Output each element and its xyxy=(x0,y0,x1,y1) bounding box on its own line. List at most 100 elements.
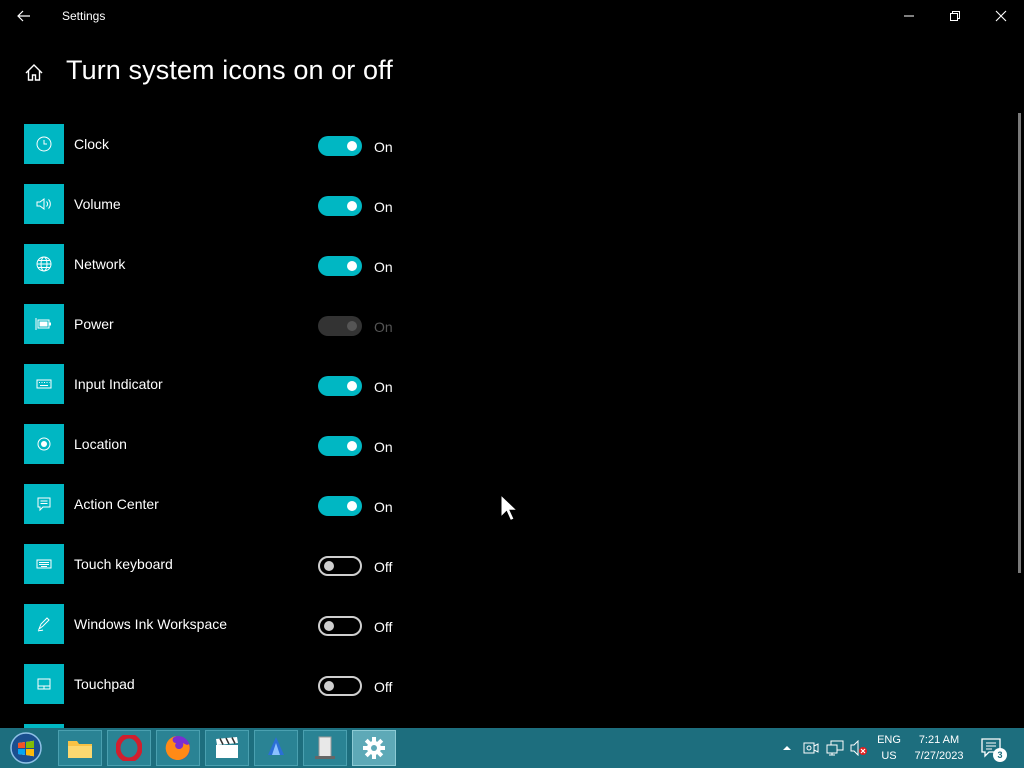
show-hidden-icons-button[interactable] xyxy=(778,738,796,758)
setting-row-location: Location On xyxy=(24,424,424,464)
setting-row-input-indicator: Input Indicator On xyxy=(24,364,424,404)
setting-row-clock: Clock On xyxy=(24,124,424,164)
setting-label: Windows Ink Workspace xyxy=(74,616,228,632)
touch-keyboard-icon-tile xyxy=(24,544,64,584)
setting-label: Clock xyxy=(74,136,110,152)
settings-gear-icon xyxy=(363,737,385,759)
taskbar-firefox[interactable] xyxy=(156,730,200,766)
language-indicator[interactable]: ENG US xyxy=(872,732,906,764)
taskbar-video-editor[interactable] xyxy=(205,730,249,766)
toggle-state-label: Off xyxy=(374,619,393,635)
setting-label: Input Indicator xyxy=(74,376,163,392)
opera-icon xyxy=(116,735,142,761)
notification-center-button[interactable]: 3 xyxy=(980,736,1007,762)
toggle-state-label: Off xyxy=(374,559,393,575)
taskbar-file-explorer[interactable] xyxy=(58,730,102,766)
toggle-switch[interactable] xyxy=(318,436,362,456)
system-icons-list: Clock On Volume On Network On Power On Input Ind… xyxy=(24,124,424,728)
volume-muted-icon xyxy=(850,740,867,756)
toggle-state-label: On xyxy=(374,439,393,455)
toggle-switch xyxy=(318,316,362,336)
setting-label: Power xyxy=(74,316,114,332)
minimize-icon xyxy=(904,15,914,17)
close-button[interactable] xyxy=(978,0,1024,32)
toggle-state-label: Off xyxy=(374,679,393,695)
restore-button[interactable] xyxy=(932,0,978,32)
clock-icon xyxy=(36,136,52,152)
clock-time: 7:21 AM xyxy=(918,734,960,746)
page-title: Turn system icons on or off xyxy=(66,55,393,85)
volume-icon xyxy=(36,198,51,210)
battery-icon-tile xyxy=(24,304,64,344)
pen-icon-tile xyxy=(24,604,64,644)
toggle-switch[interactable] xyxy=(318,676,362,696)
toggle-knob xyxy=(347,201,357,211)
toggle-state-label: On xyxy=(374,319,393,335)
tray-volume[interactable] xyxy=(850,738,868,758)
touch-keyboard-icon xyxy=(36,559,52,569)
toggle-knob xyxy=(347,141,357,151)
toggle-switch[interactable] xyxy=(318,256,362,276)
home-button[interactable] xyxy=(22,61,46,85)
taskbar-app[interactable] xyxy=(254,730,298,766)
toggle-state-label: On xyxy=(374,259,393,275)
toggle-knob xyxy=(347,261,357,271)
taskbar-settings[interactable] xyxy=(352,730,396,766)
setting-label: Location xyxy=(74,436,127,452)
language-label: ENG xyxy=(877,734,901,746)
minimize-button[interactable] xyxy=(886,0,932,32)
start-button[interactable] xyxy=(4,730,48,766)
toggle-switch[interactable] xyxy=(318,136,362,156)
chevron-up-icon xyxy=(783,746,791,750)
toggle-switch[interactable] xyxy=(318,616,362,636)
action-center-icon xyxy=(37,497,51,512)
toggle-knob xyxy=(347,501,357,511)
location-icon-tile xyxy=(24,424,64,464)
network-globe-icon-tile xyxy=(24,244,64,284)
touchpad-icon xyxy=(37,678,51,690)
toggle-switch[interactable] xyxy=(318,496,362,516)
toggle-switch[interactable] xyxy=(318,556,362,576)
keyboard-icon xyxy=(36,379,52,389)
setting-row-action-center: Action Center On xyxy=(24,484,424,524)
file-explorer-icon xyxy=(68,741,92,758)
location-icon xyxy=(37,437,51,451)
toggle-knob xyxy=(347,321,357,331)
home-icon xyxy=(25,64,43,81)
volume-icon-tile xyxy=(24,184,64,224)
action-center-icon-tile xyxy=(24,484,64,524)
clock-date: 7/27/2023 xyxy=(914,750,964,762)
taskbar: ENG US 7:21 AM 7/27/2023 3 xyxy=(0,728,1024,768)
toggle-switch[interactable] xyxy=(318,376,362,396)
taskbar-clock[interactable]: 7:21 AM 7/27/2023 xyxy=(906,732,972,764)
taskbar-opera[interactable] xyxy=(107,730,151,766)
network-icon xyxy=(826,740,844,756)
setting-row-windows-ink-workspace: Windows Ink Workspace Off xyxy=(24,604,424,644)
tray-camera[interactable] xyxy=(802,738,820,758)
setting-label: Touch keyboard xyxy=(74,556,173,572)
toggle-switch[interactable] xyxy=(318,196,362,216)
taskbar-file-cabinet[interactable] xyxy=(303,730,347,766)
back-arrow-icon xyxy=(17,10,30,22)
mouse-cursor-icon xyxy=(500,494,519,522)
back-button[interactable] xyxy=(10,4,38,28)
toggle-knob xyxy=(324,681,334,691)
video-editor-icon xyxy=(216,737,238,758)
close-icon xyxy=(995,10,1007,22)
scrollbar[interactable] xyxy=(1018,113,1021,573)
setting-label: Touchpad xyxy=(74,676,135,692)
toggle-knob xyxy=(347,441,357,451)
notification-count-badge: 3 xyxy=(993,748,1007,762)
toggle-state-label: On xyxy=(374,139,393,155)
app-icon xyxy=(268,737,284,755)
setting-row-touch-keyboard: Touch keyboard Off xyxy=(24,544,424,584)
tray-network[interactable] xyxy=(826,738,844,758)
setting-row-volume: Volume On xyxy=(24,184,424,224)
toggle-state-label: On xyxy=(374,379,393,395)
network-globe-icon xyxy=(36,256,52,272)
toggle-state-label: On xyxy=(374,199,393,215)
window-title: Settings xyxy=(62,9,106,23)
camera-icon xyxy=(803,742,819,754)
touchpad-icon-tile xyxy=(24,664,64,704)
setting-label: Action Center xyxy=(74,496,159,512)
